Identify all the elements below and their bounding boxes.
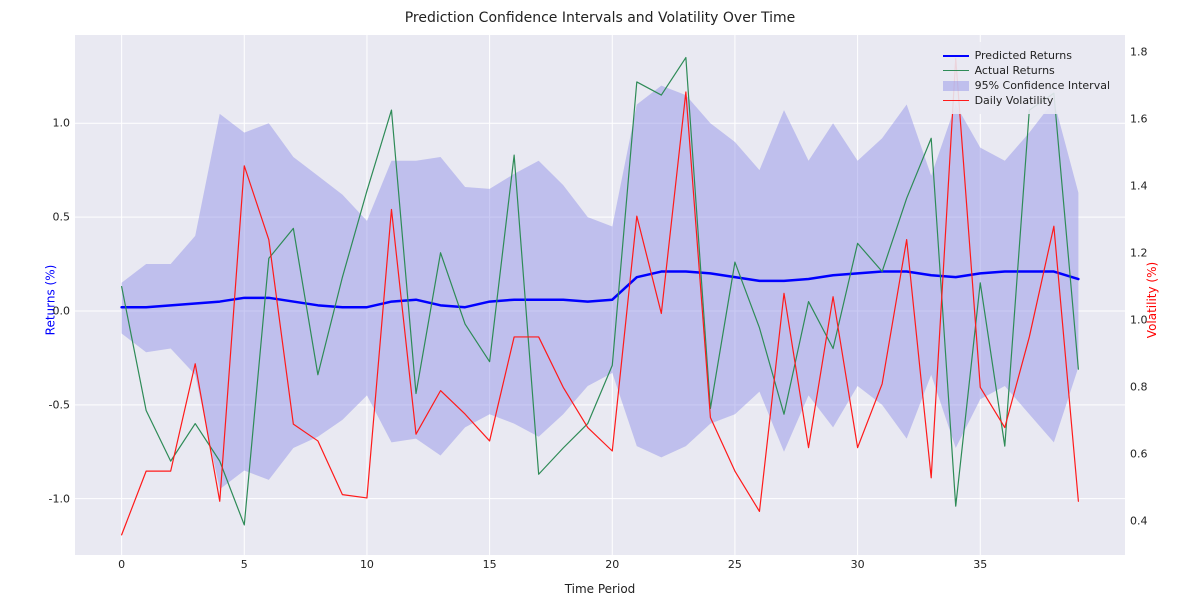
x-tick-label: 20 [605,558,619,571]
legend-swatch-predicted [943,51,969,61]
legend-swatch-ci [943,81,969,91]
x-tick-label: 10 [360,558,374,571]
y-right-tick-label: 1.8 [1130,45,1190,58]
y-left-tick-label: 1.0 [10,117,70,130]
y-left-tick-label: -0.5 [10,398,70,411]
y-right-tick-label: 1.6 [1130,112,1190,125]
x-tick-label: 35 [973,558,987,571]
legend-label-ci: 95% Confidence Interval [975,79,1110,92]
y-axis-left-label: Returns (%) [15,0,86,600]
x-axis-label: Time Period [75,582,1125,596]
x-tick-label: 0 [118,558,125,571]
y-right-tick-label: 0.8 [1130,381,1190,394]
x-tick-label: 30 [851,558,865,571]
y-left-tick-label: 0.0 [10,304,70,317]
legend-label-volatility: Daily Volatility [975,94,1054,107]
x-tick-label: 15 [483,558,497,571]
y-right-tick-label: 1.0 [1130,314,1190,327]
legend-item-ci: 95% Confidence Interval [943,78,1110,93]
y-right-tick-label: 1.4 [1130,179,1190,192]
y-right-tick-label: 0.6 [1130,448,1190,461]
legend-swatch-volatility [943,96,969,106]
x-tick-label: 25 [728,558,742,571]
y-axis-right-label: Volatility (%) [1114,0,1190,600]
legend-swatch-actual [943,66,969,76]
y-left-tick-label: -1.0 [10,492,70,505]
y-right-tick-label: 1.2 [1130,247,1190,260]
x-tick-label: 5 [241,558,248,571]
legend-label-predicted: Predicted Returns [975,49,1072,62]
legend-item-predicted: Predicted Returns [943,48,1110,63]
legend-item-actual: Actual Returns [943,63,1110,78]
legend-item-volatility: Daily Volatility [943,93,1110,108]
chart-title: Prediction Confidence Intervals and Vola… [0,10,1200,26]
confidence-band [122,86,1079,490]
legend-label-actual: Actual Returns [975,64,1055,77]
legend: Predicted Returns Actual Returns 95% Con… [935,42,1118,114]
y-right-tick-label: 0.4 [1130,515,1190,528]
figure: Prediction Confidence Intervals and Vola… [0,0,1200,600]
y-left-tick-label: 0.5 [10,211,70,224]
